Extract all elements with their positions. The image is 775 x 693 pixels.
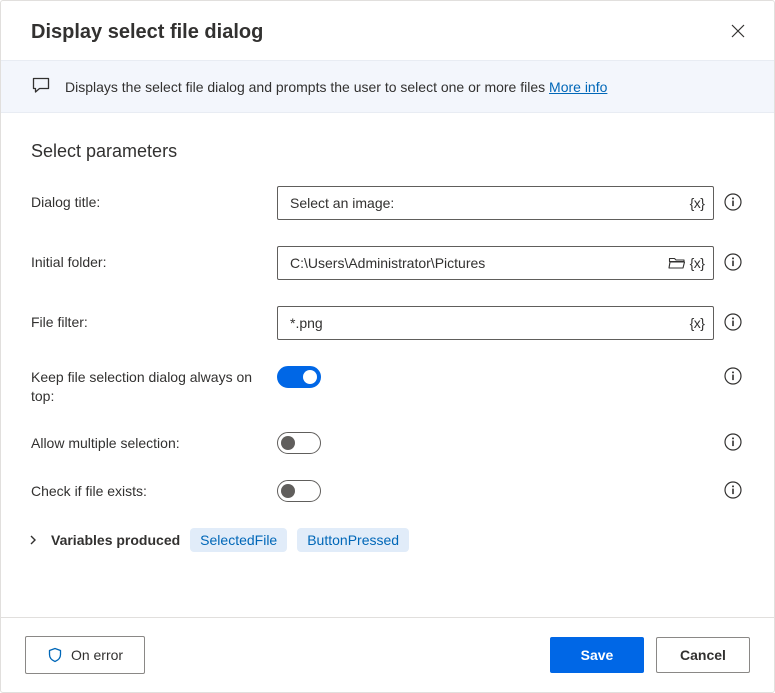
info-icon[interactable] [724,367,744,387]
section-heading: Select parameters [31,141,744,162]
close-icon [730,23,746,39]
info-icon[interactable] [724,481,744,501]
cancel-button[interactable]: Cancel [656,637,750,673]
variable-chip[interactable]: SelectedFile [190,528,287,552]
variable-picker-icon[interactable]: {x} [687,313,707,333]
check-exists-toggle[interactable] [277,480,321,502]
always-on-top-toggle[interactable] [277,366,321,388]
initial-folder-input[interactable] [288,254,667,272]
variable-picker-icon[interactable]: {x} [687,253,707,273]
initial-folder-label: Initial folder: [31,246,261,272]
variables-produced-label: Variables produced [51,532,180,548]
info-icon[interactable] [724,313,744,333]
chevron-right-icon[interactable] [27,533,41,547]
file-filter-label: File filter: [31,306,261,332]
check-exists-label: Check if file exists: [31,480,261,501]
info-icon[interactable] [724,433,744,453]
dialog-title-label: Dialog title: [31,186,261,212]
always-on-top-label: Keep file selection dialog always on top… [31,366,261,406]
folder-browse-icon[interactable] [667,253,687,273]
close-button[interactable] [726,19,750,46]
more-info-link[interactable]: More info [549,79,607,95]
multiple-selection-toggle[interactable] [277,432,321,454]
info-banner: Displays the select file dialog and prom… [1,60,774,113]
info-icon[interactable] [724,253,744,273]
multiple-selection-label: Allow multiple selection: [31,432,261,453]
info-banner-text: Displays the select file dialog and prom… [65,79,607,95]
save-button[interactable]: Save [550,637,644,673]
variable-picker-icon[interactable]: {x} [687,193,707,213]
dialog-title-input[interactable] [288,194,687,212]
file-filter-input[interactable] [288,314,687,332]
dialog-title: Display select file dialog [31,21,263,44]
on-error-button[interactable]: On error [25,636,145,674]
info-icon[interactable] [724,193,744,213]
comment-icon [31,75,51,98]
shield-icon [47,647,63,663]
variable-chip[interactable]: ButtonPressed [297,528,409,552]
